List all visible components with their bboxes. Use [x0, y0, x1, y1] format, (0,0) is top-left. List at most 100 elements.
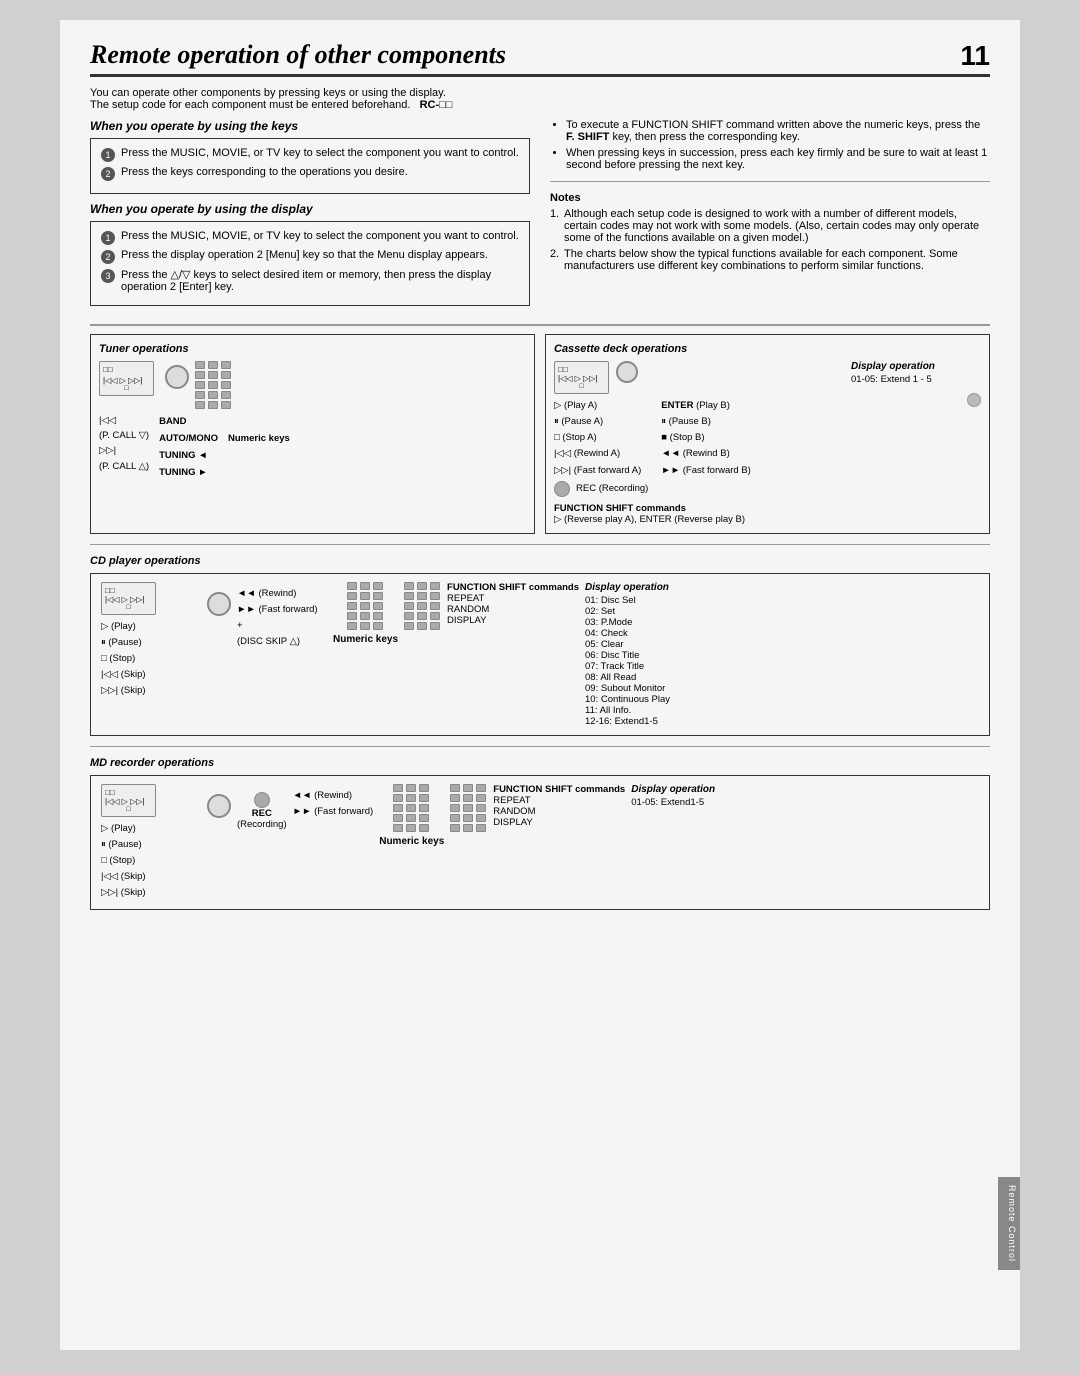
cd-knob [207, 592, 231, 616]
step-circle-d3: 3 [101, 269, 115, 283]
md-knob [207, 794, 231, 818]
tuner-knob [165, 365, 189, 389]
cd-left: □□ |◁◁ ▷ ▷▷| □ ▷ (Play) ⏸ (Pause) □ (Sto… [101, 582, 201, 700]
cassette-controls: □□ |◁◁ ▷ ▷▷| □ ▷ (Play A) ⏸ ( [554, 361, 841, 525]
key-1 [195, 361, 205, 369]
md-inner: □□ |◁◁ ▷ ▷▷| □ ▷ (Play) ⏸ (Pause) □ (Sto… [101, 784, 979, 902]
cd-func-display: FUNCTION SHIFT commands REPEAT RANDOM DI… [447, 582, 579, 626]
md-remote-icon: □□ |◁◁ ▷ ▷▷| □ [101, 784, 156, 817]
tuner-inner: □□ |◁◁ ▷ ▷▷| □ [99, 361, 526, 409]
cd-kb2 [360, 622, 370, 630]
md-numeric-grid [393, 784, 430, 822]
left-column: When you operate by using the keys 1 Pre… [90, 119, 530, 314]
notes-section: Notes Although each setup code is design… [550, 192, 990, 272]
step-circle-d1: 1 [101, 231, 115, 245]
when-keys-step-1: 1 Press the MUSIC, MOVIE, or TV key to s… [101, 147, 519, 162]
md-title: MD recorder operations [90, 757, 990, 769]
tuner-remote-icon: □□ |◁◁ ▷ ▷▷| □ [99, 361, 159, 396]
when-display-step-2: 2 Press the display operation 2 [Menu] k… [101, 249, 519, 264]
key-3 [221, 361, 231, 369]
cassette-remote-icon: □□ |◁◁ ▷ ▷▷| □ [554, 361, 841, 394]
cd-key-3 [373, 582, 383, 590]
md-left: □□ |◁◁ ▷ ▷▷| □ ▷ (Play) ⏸ (Pause) □ (Sto… [101, 784, 201, 902]
tuner-numeric-grid [195, 361, 232, 399]
cd-remote-icon: □□ |◁◁ ▷ ▷▷| □ [101, 582, 156, 615]
cd-key-10 [347, 612, 357, 620]
cassette-rec-right [851, 393, 981, 410]
md-section: MD recorder operations □□ |◁◁ ▷ ▷▷| □ ▷ … [90, 757, 990, 911]
cd-display-op: Display operation 01: Disc Sel 02: Set 0… [585, 582, 670, 727]
tuner-numeric-section [195, 361, 232, 409]
rec-icon-small [967, 393, 981, 407]
cd-section: CD player operations □□ |◁◁ ▷ ▷▷| □ ▷ (P… [90, 555, 990, 736]
side-tab: Remote Control [998, 1177, 1020, 1270]
cd-bottom-keys [347, 622, 384, 630]
cd-controls-mid: ◄◄ (Rewind) ►► (Fast forward) + (DISC SK… [237, 586, 327, 651]
md-numeric-section-2 [450, 784, 487, 832]
notes-list: Although each setup code is designed to … [550, 208, 990, 272]
md-rec: REC (Recording) [237, 792, 287, 830]
tuner-labels: |◁◁ (P. CALL ▽) ▷▷| (P. CALL △) BAND AUT… [99, 413, 526, 481]
when-keys-title: When you operate by using the keys [90, 119, 530, 133]
tuner-title: Tuner operations [99, 343, 526, 355]
cd-key-8 [360, 602, 370, 610]
cd-controls-left: ▷ (Play) ⏸ (Pause) □ (Stop) |◁◁ (Skip) ▷… [101, 619, 201, 700]
key-10 [195, 391, 205, 399]
step-circle-d2: 2 [101, 250, 115, 264]
cd-title: CD player operations [90, 555, 990, 567]
cassette-col-a: ▷ (Play A) ⏸ (Pause A) □ (Stop A) |◁◁ (R… [554, 398, 641, 479]
when-display-title: When you operate by using the display [90, 202, 530, 216]
when-keys-step-2: 2 Press the keys corresponding to the op… [101, 166, 519, 181]
cd-numeric-grid-2 [404, 582, 441, 620]
md-bottom-keys [393, 824, 430, 832]
divider-1 [550, 181, 990, 182]
step-circle-2: 2 [101, 167, 115, 181]
tuner-box: Tuner operations □□ |◁◁ ▷ ▷▷| □ [90, 334, 535, 534]
tuner-left-labels: |◁◁ (P. CALL ▽) ▷▷| (P. CALL △) [99, 413, 149, 481]
cd-key-5 [360, 592, 370, 600]
cd-inner: □□ |◁◁ ▷ ▷▷| □ ▷ (Play) ⏸ (Pause) □ (Sto… [101, 582, 979, 727]
key-8 [208, 381, 218, 389]
tuner-right-labels: Numeric keys [228, 433, 290, 481]
note-2: The charts below show the typical functi… [550, 248, 990, 272]
notes-title: Notes [550, 192, 990, 204]
key-b3 [221, 401, 231, 409]
section-divider [90, 324, 990, 326]
md-func-shift: FUNCTION SHIFT commands REPEAT RANDOM DI… [493, 784, 625, 828]
tuner-cassette-row: Tuner operations □□ |◁◁ ▷ ▷▷| □ [90, 334, 990, 534]
bullet-2: When pressing keys in succession, press … [566, 147, 990, 171]
cassette-col-b: ENTER (Play B) ⏸ (Pause B) ■ (Stop B) ◄◄… [661, 398, 751, 479]
cd-bottom-keys-2 [404, 622, 441, 630]
cd-key-2 [360, 582, 370, 590]
md-controls-mid: ◄◄ (Rewind) ►► (Fast forward) [293, 788, 374, 820]
cd-kb3 [373, 622, 383, 630]
md-box: □□ |◁◁ ▷ ▷▷| □ ▷ (Play) ⏸ (Pause) □ (Sto… [90, 775, 990, 911]
when-display-step-1: 1 Press the MUSIC, MOVIE, or TV key to s… [101, 230, 519, 245]
cd-key-7 [347, 602, 357, 610]
key-4 [195, 371, 205, 379]
note-1: Although each setup code is designed to … [550, 208, 990, 244]
cassette-title: Cassette deck operations [554, 343, 981, 355]
md-controls-left: ▷ (Play) ⏸ (Pause) □ (Stop) |◁◁ (Skip) ▷… [101, 821, 201, 902]
md-numeric-section: Numeric keys [379, 784, 444, 847]
cd-key-9 [373, 602, 383, 610]
key-12 [221, 391, 231, 399]
key-5 [208, 371, 218, 379]
key-6 [221, 371, 231, 379]
cassette-display-op: Display operation 01-05: Extend 1 - 5 [851, 361, 981, 410]
rec-button-icon [554, 481, 570, 497]
cd-box: □□ |◁◁ ▷ ▷▷| □ ▷ (Play) ⏸ (Pause) □ (Sto… [90, 573, 990, 736]
intro-text: You can operate other components by pres… [90, 87, 990, 111]
key-9 [221, 381, 231, 389]
bullet-1: To execute a FUNCTION SHIFT command writ… [566, 119, 990, 143]
when-display-box: 1 Press the MUSIC, MOVIE, or TV key to s… [90, 221, 530, 306]
cd-key-4 [347, 592, 357, 600]
cassette-box: Cassette deck operations □□ |◁◁ ▷ ▷▷| □ [545, 334, 990, 534]
when-display-step-3: 3 Press the △/▽ keys to select desired i… [101, 268, 519, 293]
tuner-mid-labels: BAND AUTO/MONO TUNING ◄ TUNING ► [159, 413, 218, 481]
cassette-rec: REC (Recording) [554, 481, 841, 497]
page: Remote operation of other components 11 … [60, 20, 1020, 1350]
key-11 [208, 391, 218, 399]
cd-key-12 [373, 612, 383, 620]
cd-numeric-section-2 [404, 582, 441, 630]
